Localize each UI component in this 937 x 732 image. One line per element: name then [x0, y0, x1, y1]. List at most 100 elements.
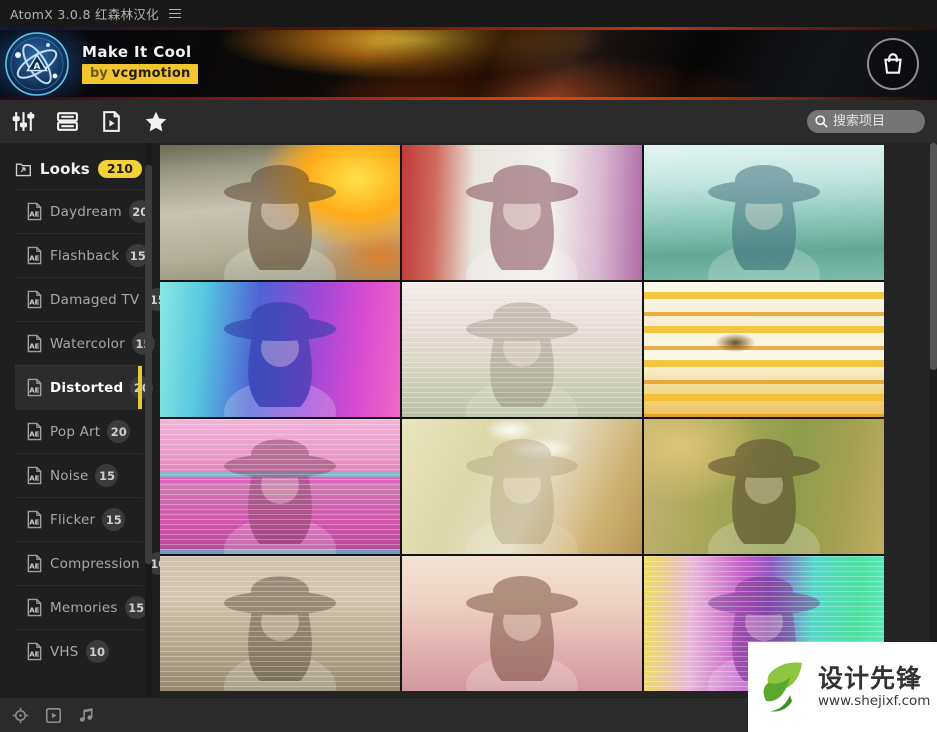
- thumbnail-distorted-08[interactable]: [402, 419, 642, 554]
- sidebar-item-label: Compression: [50, 556, 140, 572]
- preset-list-icon[interactable]: [54, 108, 81, 135]
- search-box: [807, 110, 925, 134]
- sidebar-item-count: 15: [102, 508, 125, 531]
- sidebar-item-count: 10: [86, 640, 109, 663]
- portrait-figure: [402, 556, 642, 691]
- byline-author: vcgmotion: [112, 66, 191, 81]
- thumbnail-distorted-09[interactable]: [644, 419, 884, 554]
- sidebar-scrollbar[interactable]: [145, 143, 152, 697]
- sidebar-item-label: Noise: [50, 468, 88, 484]
- svg-text:AE: AE: [29, 518, 39, 527]
- sidebar-item-label: Damaged TV: [50, 292, 139, 308]
- video-clip-icon[interactable]: [43, 705, 63, 725]
- watermark-url: www.shejixf.com: [818, 694, 930, 708]
- sidebar-item-label: Flashback: [50, 248, 119, 264]
- sidebar-item-flashback[interactable]: AE Flashback 15: [15, 233, 142, 277]
- content-area: [160, 143, 937, 697]
- ae-file-icon: AE: [26, 422, 43, 441]
- ae-file-icon: AE: [26, 246, 43, 265]
- portrait-figure: [160, 145, 400, 280]
- sidebar-header-label: Looks: [40, 160, 90, 178]
- scanline-overlay: [160, 419, 400, 554]
- svg-text:AE: AE: [29, 650, 39, 659]
- sidebar-item-looks[interactable]: Looks 210: [15, 149, 142, 189]
- scanline-overlay: [402, 282, 642, 417]
- star-icon[interactable]: [142, 108, 169, 135]
- grid-scrollbar-thumb[interactable]: [930, 143, 937, 370]
- sidebar-header-count-badge: 210: [98, 160, 142, 179]
- sidebar-item-flicker[interactable]: AE Flicker 15: [15, 497, 142, 541]
- sidebar-list: Looks 210 AE Daydream 20 AE Flashback: [15, 149, 142, 673]
- music-note-icon[interactable]: [76, 705, 96, 725]
- watermark-title: 设计先锋: [818, 666, 930, 692]
- sidebar-item-label: Distorted: [50, 380, 123, 396]
- sidebar-item-label: VHS: [50, 644, 79, 660]
- author-badge: by vcgmotion: [82, 64, 198, 84]
- header-banner: A Make It Cool by vcgmotion: [0, 27, 937, 100]
- sidebar-item-memories[interactable]: AE Memories 15: [15, 585, 142, 629]
- sidebar-item-count: 15: [95, 464, 118, 487]
- portrait-figure: [160, 282, 400, 417]
- sidebar-item-damaged-tv[interactable]: AE Damaged TV 15: [15, 277, 142, 321]
- sidebar-item-label: Flicker: [50, 512, 95, 528]
- banner-bottom-gradient: [0, 97, 937, 100]
- sidebar-item-label: Daydream: [50, 204, 122, 220]
- sidebar-item-noise[interactable]: AE Noise 15: [15, 453, 142, 497]
- thumbnail-distorted-03[interactable]: [644, 145, 884, 280]
- main-area: Looks 210 AE Daydream 20 AE Flashback: [0, 143, 937, 697]
- portrait-figure: [402, 419, 642, 554]
- ae-file-icon: AE: [26, 554, 43, 573]
- sidebar-item-watercolor[interactable]: AE Watercolor 15: [15, 321, 142, 365]
- title-bar: AtomX 3.0.8 红森林汉化: [0, 0, 937, 27]
- thumbnail-distorted-11[interactable]: [402, 556, 642, 691]
- file-play-icon[interactable]: [98, 108, 125, 135]
- sidebar-item-label: Pop Art: [50, 424, 100, 440]
- thumbnail-distorted-01[interactable]: [160, 145, 400, 280]
- ae-file-icon: AE: [26, 598, 43, 617]
- svg-text:AE: AE: [29, 386, 39, 395]
- atomx-logo-icon[interactable]: A: [4, 31, 70, 97]
- app-title: AtomX 3.0.8 红森林汉化: [10, 4, 159, 23]
- ae-file-icon: AE: [26, 510, 43, 529]
- sliders-icon[interactable]: [10, 108, 37, 135]
- sidebar-item-count: 20: [107, 420, 130, 443]
- thumbnail-distorted-04[interactable]: [160, 282, 400, 417]
- transform-gear-icon[interactable]: [10, 705, 30, 725]
- atomx-app-window: AtomX 3.0.8 红森林汉化: [0, 0, 937, 732]
- portrait-figure: [402, 145, 642, 280]
- pack-title: Make It Cool: [82, 43, 198, 61]
- ae-file-icon: AE: [26, 334, 43, 353]
- grid-scrollbar[interactable]: [930, 143, 937, 697]
- sidebar-item-daydream[interactable]: AE Daydream 20: [15, 189, 142, 233]
- thumbnail-distorted-05[interactable]: [402, 282, 642, 417]
- toolbar: [0, 100, 937, 143]
- thumbnail-distorted-07[interactable]: [160, 419, 400, 554]
- search-input[interactable]: [807, 110, 925, 133]
- svg-text:AE: AE: [29, 254, 39, 263]
- svg-text:AE: AE: [29, 430, 39, 439]
- ae-file-icon: AE: [26, 642, 43, 661]
- sidebar-scrollbar-thumb[interactable]: [145, 165, 152, 564]
- ae-file-icon: AE: [26, 378, 43, 397]
- sidebar-item-compression[interactable]: AE Compression 10: [15, 541, 142, 585]
- ae-file-icon: AE: [26, 290, 43, 309]
- portrait-figure: [644, 419, 884, 554]
- byline-prefix: by: [90, 66, 108, 81]
- sidebar-item-label: Watercolor: [50, 336, 125, 352]
- selected-indicator: [138, 366, 142, 409]
- ae-file-icon: AE: [26, 202, 43, 221]
- thumbnail-distorted-06[interactable]: [644, 282, 884, 417]
- thumbnail-distorted-02[interactable]: [402, 145, 642, 280]
- store-button[interactable]: [867, 38, 919, 90]
- thumbnail-distorted-10[interactable]: [160, 556, 400, 691]
- sidebar-item-label: Memories: [50, 600, 118, 616]
- watermark-badge: 设计先锋 www.shejixf.com: [748, 642, 937, 732]
- sidebar-item-vhs[interactable]: AE VHS 10: [15, 629, 142, 673]
- sidebar-item-pop-art[interactable]: AE Pop Art 20: [15, 409, 142, 453]
- ae-file-icon: AE: [26, 466, 43, 485]
- svg-text:AE: AE: [29, 474, 39, 483]
- sidebar-item-distorted[interactable]: AE Distorted 20: [15, 365, 142, 409]
- thumbnail-grid: [160, 145, 884, 691]
- portrait-figure: [644, 145, 884, 280]
- hamburger-menu-icon[interactable]: [169, 9, 181, 19]
